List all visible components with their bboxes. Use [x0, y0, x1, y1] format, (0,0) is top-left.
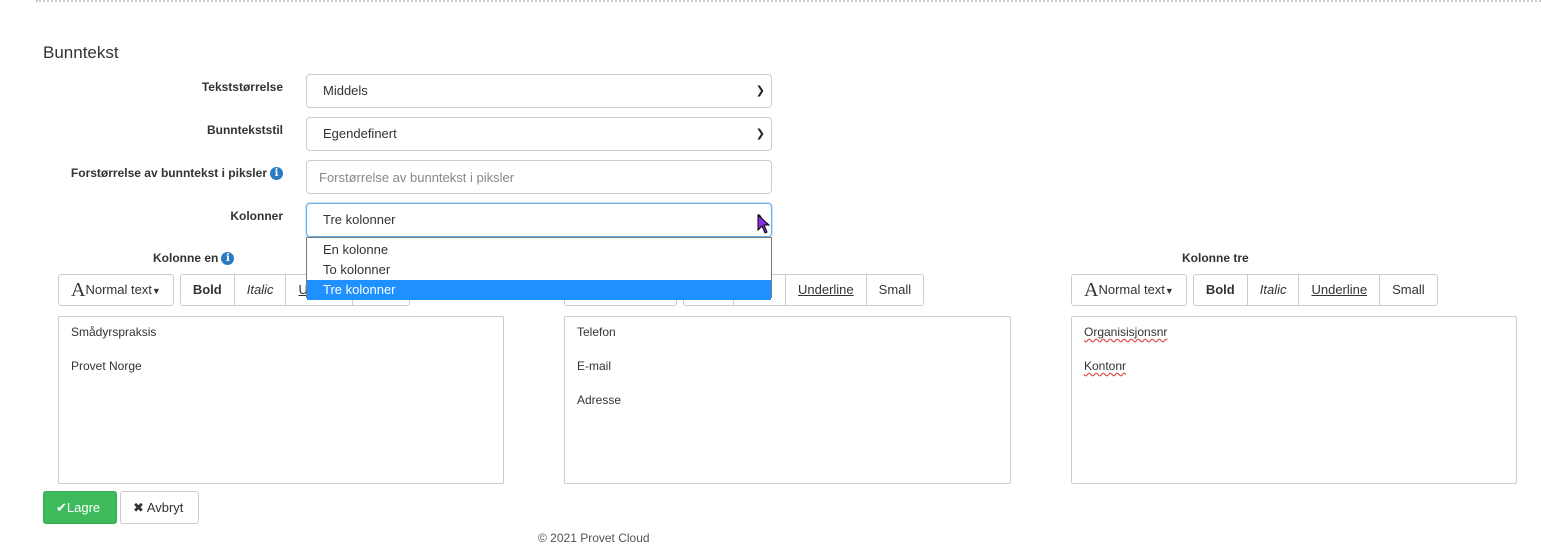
column-three-editor[interactable]: Organisisjonsnr Kontonr: [1071, 316, 1517, 484]
columns-option[interactable]: En kolonne: [307, 240, 771, 260]
bold-button[interactable]: Bold: [181, 275, 235, 305]
columns-label: Kolonner: [230, 209, 283, 223]
column-one-editor[interactable]: Smådyrspraksis Provet Norge: [58, 316, 504, 484]
enlarge-label: Forstørrelse av bunntekst i piksler i: [71, 166, 283, 180]
close-icon: ✖: [133, 500, 144, 515]
chevron-down-icon: ❯: [755, 85, 765, 97]
save-button[interactable]: ✔Lagre: [43, 491, 117, 524]
normal-text-dropdown[interactable]: ANormal text▼: [1072, 275, 1186, 305]
cancel-button-label: Avbryt: [146, 500, 184, 515]
editor-line: Adresse: [577, 393, 622, 407]
text-size-value: Middels: [323, 83, 368, 98]
format-group: ANormal text▼: [58, 274, 174, 306]
mouse-cursor-icon: [757, 214, 771, 234]
column-three-title: Kolonne tre: [1182, 251, 1249, 265]
caret-down-icon: ▼: [151, 286, 161, 296]
column-one-title: Kolonne en i: [153, 251, 235, 265]
small-button[interactable]: Small: [1380, 275, 1437, 305]
enlarge-input[interactable]: [306, 160, 772, 194]
format-group: ANormal text▼: [1071, 274, 1187, 306]
info-icon[interactable]: i: [221, 252, 235, 265]
normal-text-dropdown[interactable]: ANormal text▼: [59, 275, 173, 305]
font-a-icon: A: [1084, 279, 1099, 301]
footer-style-label: Bunntekststil: [206, 123, 283, 137]
section-title: Bunntekst: [43, 43, 119, 62]
editor-line: Telefon: [577, 325, 616, 339]
editor-line: Smådyrspraksis: [71, 325, 157, 339]
enlarge-label-text: Forstørrelse av bunntekst i piksler: [70, 166, 267, 180]
columns-select[interactable]: Tre kolonner ❯: [306, 203, 772, 237]
font-a-icon: A: [71, 279, 86, 301]
columns-option[interactable]: To kolonner: [307, 260, 771, 280]
columns-option-selected[interactable]: Tre kolonner: [307, 280, 771, 300]
small-button[interactable]: Small: [867, 275, 924, 305]
style-group: Bold Italic Underline Small: [1192, 274, 1438, 306]
editor-line: Organisisjonsnr: [1084, 325, 1168, 339]
footer-copyright: © 2021 Provet Cloud: [538, 531, 650, 545]
text-size-label: Tekststørrelse: [201, 80, 283, 94]
text-size-select[interactable]: Middels ❯: [306, 74, 772, 108]
italic-button[interactable]: Italic: [1248, 275, 1300, 305]
normal-text-label: Normal text: [85, 282, 152, 297]
editor-line: Provet Norge: [71, 359, 142, 373]
underline-button[interactable]: Underline: [1299, 275, 1381, 305]
info-icon[interactable]: i: [270, 167, 283, 180]
chevron-down-icon: ❯: [755, 128, 765, 140]
editor-line: E-mail: [577, 359, 612, 373]
normal-text-label: Normal text: [1098, 282, 1165, 297]
footer-style-select[interactable]: Egendefinert ❯: [306, 117, 772, 151]
columns-dropdown: En kolonne To kolonner Tre kolonner: [306, 237, 772, 300]
footer-style-value: Egendefinert: [323, 126, 397, 141]
underline-button[interactable]: Underline: [786, 275, 867, 305]
italic-button[interactable]: Italic: [235, 275, 287, 305]
cancel-button[interactable]: ✖ Avbryt: [120, 491, 199, 524]
check-icon: ✔: [56, 500, 67, 515]
columns-value: Tre kolonner: [323, 212, 396, 227]
editor-toolbar: ANormal text▼ Bold Italic Underline Smal…: [1071, 274, 1438, 306]
save-button-label: Lagre: [66, 500, 101, 515]
column-one-title-text: Kolonne en: [153, 251, 219, 265]
bold-button[interactable]: Bold: [1194, 275, 1248, 305]
top-divider: [36, 0, 1541, 2]
caret-down-icon: ▼: [1164, 286, 1174, 296]
editor-line: Kontonr: [1084, 359, 1127, 373]
column-two-editor[interactable]: Telefon E-mail Adresse: [564, 316, 1011, 484]
